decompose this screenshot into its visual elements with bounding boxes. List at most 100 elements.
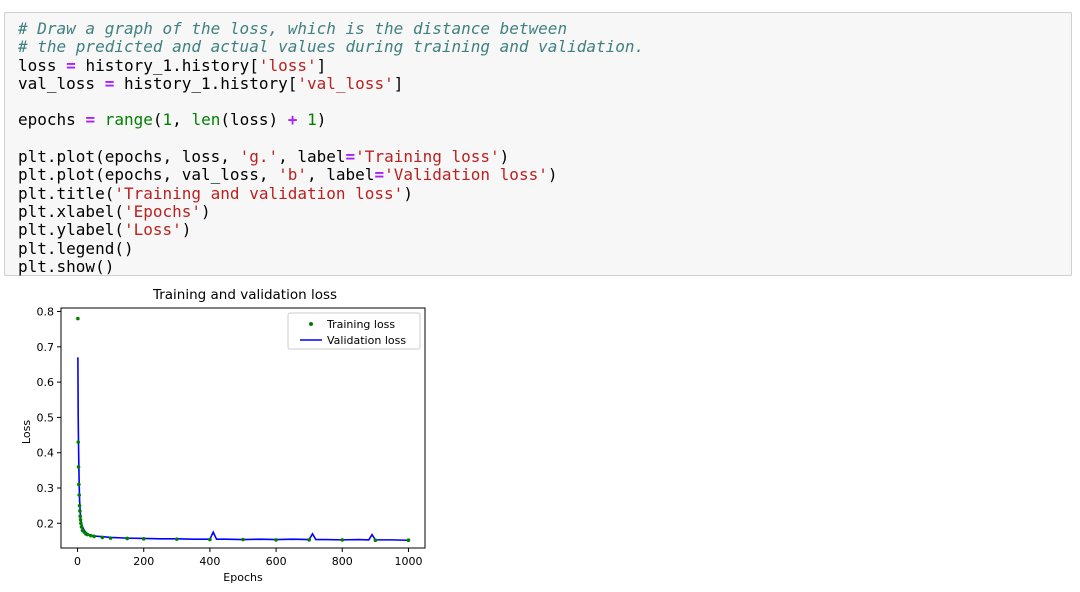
code-token: )	[499, 147, 510, 167]
training-loss-point	[141, 537, 146, 541]
code-token: len	[191, 110, 221, 130]
training-loss-point	[125, 536, 129, 541]
code-token: , label	[307, 165, 375, 185]
code-token: plt.title(	[18, 183, 115, 203]
y-axis-label: Loss	[20, 420, 33, 444]
code-line: loss = history_1.history['loss']	[18, 55, 644, 75]
legend-validation-label: Validation loss	[327, 334, 406, 347]
code-token: =	[85, 110, 96, 130]
chart-title: Training and validation loss	[152, 287, 337, 303]
code-line: # Draw a graph of the loss, which is the…	[18, 19, 644, 38]
code-cell-input[interactable]: # Draw a graph of the loss, which is the…	[4, 12, 1072, 276]
training-loss-point	[76, 465, 81, 469]
code-token: plt.xlabel(	[18, 201, 124, 221]
training-loss-point	[78, 514, 82, 519]
training-loss-point	[88, 533, 93, 538]
training-loss-point	[274, 538, 278, 542]
training-loss-point	[307, 538, 311, 542]
training-loss-point	[241, 537, 245, 542]
training-loss-point	[406, 538, 411, 543]
x-axis-label: Epochs	[223, 571, 263, 584]
code-line: plt.ylabel('Loss')	[18, 221, 644, 239]
code-token: 'val_loss'	[297, 73, 394, 93]
code-token: =	[66, 55, 76, 75]
y-tick-label: 0.8	[37, 306, 55, 319]
code-token: plt.plot(epochs, val_loss,	[18, 165, 279, 185]
code-token: ]	[316, 55, 327, 75]
code-token: 'loss'	[258, 55, 317, 75]
code-line: val_loss = history_1.history['val_loss']	[18, 73, 644, 93]
code-line: plt.xlabel('Epochs')	[18, 201, 644, 221]
code-token: )	[547, 165, 558, 185]
code-token: plt.show()	[18, 256, 115, 276]
code-line: plt.title('Training and validation loss'…	[18, 183, 644, 203]
code-token: )	[316, 110, 327, 130]
training-loss-point	[85, 532, 90, 537]
x-tick-label: 400	[199, 555, 220, 568]
code-line: plt.plot(epochs, loss, 'g.', label='Trai…	[18, 147, 644, 167]
training-loss-point	[108, 536, 113, 540]
y-tick-label: 0.7	[37, 341, 55, 354]
x-tick-label: 0	[74, 555, 81, 568]
x-tick-label: 1000	[394, 555, 422, 568]
code-token: ,	[172, 110, 192, 130]
code-token: =	[104, 73, 115, 93]
code-token: epochs	[18, 110, 86, 130]
code-token: 1	[162, 110, 173, 130]
training-loss-point	[340, 538, 345, 542]
training-loss-point	[77, 482, 81, 487]
training-loss-point	[100, 535, 105, 540]
training-loss-point	[76, 440, 81, 444]
code-token: ]	[393, 73, 404, 93]
code-token: plt.legend()	[18, 238, 134, 258]
training-loss-point	[76, 316, 80, 321]
code-line: epochs = range(1, len(loss) + 1)	[18, 111, 644, 129]
y-tick-label: 0.6	[37, 376, 55, 389]
training-loss-point	[208, 537, 212, 542]
code-token: )	[201, 201, 211, 221]
y-tick-label: 0.2	[37, 517, 55, 530]
training-loss-point	[77, 503, 82, 508]
code-token: 'g.'	[239, 147, 279, 167]
training-loss-point	[175, 537, 179, 541]
training-loss-point	[78, 509, 82, 513]
code-token: 'b'	[278, 165, 307, 185]
code-token: +	[287, 110, 298, 130]
code-token: )	[403, 183, 413, 203]
code-editor[interactable]: # Draw a graph of the loss, which is the…	[18, 19, 644, 276]
code-token: =	[345, 147, 356, 167]
legend-training-label: Training loss	[326, 318, 395, 331]
x-tick-label: 200	[133, 555, 154, 568]
training-loss-point	[373, 538, 378, 543]
code-token: 'Training loss'	[355, 147, 500, 167]
code-token: 'Loss'	[123, 220, 182, 240]
code-token: , label	[278, 147, 346, 167]
validation-loss-line	[77, 357, 409, 542]
code-line: plt.plot(epochs, val_loss, 'b', label='V…	[18, 166, 644, 184]
y-tick-label: 0.5	[37, 411, 55, 424]
code-token: 'Validation loss'	[384, 165, 548, 185]
code-token: )	[181, 220, 192, 240]
code-token: 'Training and validation loss'	[114, 183, 404, 203]
training-loss-point	[79, 525, 84, 529]
legend-training-marker	[309, 322, 313, 326]
y-tick-label: 0.4	[37, 447, 55, 460]
y-tick-label: 0.3	[37, 482, 55, 495]
code-token: history_1.history[	[114, 73, 298, 93]
training-loss-point	[79, 521, 83, 526]
code-token: (	[152, 110, 163, 130]
code-token: loss	[18, 55, 67, 75]
code-token: =	[374, 165, 385, 185]
training-loss-point	[92, 534, 96, 539]
code-line: plt.show()	[18, 256, 644, 276]
code-token: 'Epochs'	[123, 201, 202, 221]
code-token: 1	[307, 110, 317, 130]
code-token: plt.plot(epochs, loss,	[18, 147, 240, 167]
legend: Training loss Validation loss	[287, 312, 421, 350]
cell-output: Training and validation loss Loss Epochs…	[0, 282, 440, 588]
x-tick-label: 600	[266, 555, 287, 568]
